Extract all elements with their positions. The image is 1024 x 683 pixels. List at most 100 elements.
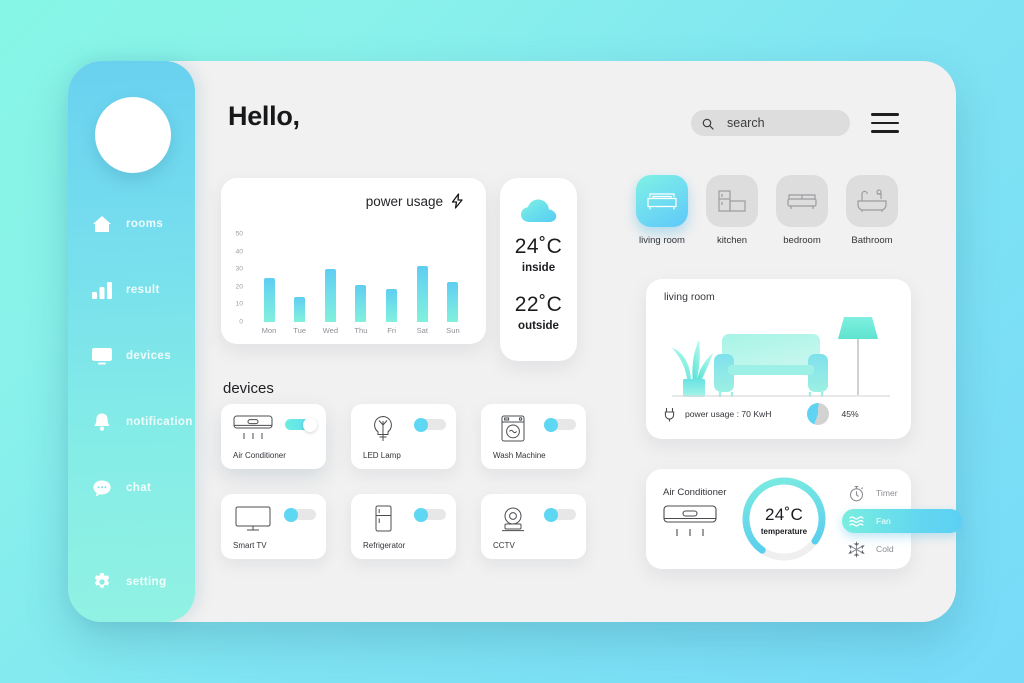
gauge-temperature-value: 24˚C <box>764 505 804 524</box>
device-label: Air Conditioner <box>233 451 286 460</box>
chart-y-tick: 30 <box>235 265 243 273</box>
light-bulb-icon <box>363 415 403 442</box>
room-tab-label: kitchen <box>716 235 748 246</box>
chart-plot-area: 50 40 30 20 10 0 Mon Tue Wed Thu Fri Sat Sun <box>235 231 465 336</box>
sidebar-item-label: rooms <box>126 218 164 230</box>
device-label: Smart TV <box>233 541 267 550</box>
room-tab-living-room[interactable]: living room <box>636 175 688 246</box>
search-input[interactable] <box>727 116 837 130</box>
sidebar-item-result[interactable]: result <box>68 273 195 307</box>
device-label: Wash Machine <box>493 451 546 460</box>
bar-chart-icon <box>91 279 113 301</box>
sidebar-item-chat[interactable]: chat <box>68 471 195 505</box>
monitor-icon <box>91 345 113 367</box>
chart-bar <box>324 269 336 322</box>
chart-bar-column <box>288 297 312 322</box>
room-tab-kitchen[interactable]: kitchen <box>706 175 758 246</box>
room-tabs: living room kitchen bedroom Bathroom <box>636 175 898 246</box>
chart-x-tick: Wed <box>322 326 339 335</box>
device-tile[interactable]: LED Lamp <box>351 404 456 469</box>
device-toggle[interactable] <box>544 507 576 522</box>
living-room-title: living room <box>664 291 715 303</box>
snowflake-icon <box>848 541 865 558</box>
ac-mode-timer[interactable]: Timer <box>842 481 962 505</box>
inside-temperature: 24˚C <box>514 235 563 258</box>
ac-mode-label: Fan <box>876 516 891 526</box>
power-usage-chart-card: power usage 50 40 30 20 10 0 Mon Tue Wed Thu Fri S… <box>221 178 486 344</box>
room-tab-bedroom[interactable]: bedroom <box>776 175 828 246</box>
living-room-card: living room power usage: 70 KwH 45% <box>646 279 911 439</box>
ac-mode-cold[interactable]: Cold <box>842 537 962 561</box>
chart-bar-column <box>380 288 404 322</box>
chart-bars <box>257 234 465 322</box>
sidebar-item-label: setting <box>126 576 167 588</box>
gear-icon <box>91 571 113 593</box>
device-tile[interactable]: CCTV <box>481 494 586 559</box>
lightning-bolt-icon <box>450 193 465 209</box>
sidebar-item-setting[interactable]: setting <box>68 565 167 599</box>
chart-bar-column <box>318 269 342 322</box>
sidebar-item-label: chat <box>126 482 152 494</box>
toggle-knob <box>544 507 558 522</box>
chart-bar <box>416 265 428 322</box>
hamburger-menu-icon[interactable] <box>871 111 899 135</box>
gauge-temperature-label: temperature <box>760 527 808 536</box>
search-bar[interactable] <box>691 110 850 136</box>
sidebar-item-label: result <box>126 284 160 296</box>
air-conditioner-control-card: Air Conditioner 24˚C temperature Timer F… <box>646 469 962 569</box>
chart-x-tick: Sat <box>416 326 428 335</box>
fan-waves-icon <box>848 513 865 530</box>
device-toggle[interactable] <box>544 417 576 432</box>
device-tile[interactable]: Air Conditioner <box>221 404 326 469</box>
inside-label: inside <box>521 262 556 274</box>
chart-y-tick: 50 <box>235 230 243 238</box>
security-camera-icon <box>493 505 533 532</box>
device-tile[interactable]: Refrigerator <box>351 494 456 559</box>
sidebar-item-devices[interactable]: devices <box>68 339 195 373</box>
toggle-knob <box>284 507 298 522</box>
air-conditioner-icon <box>663 505 717 541</box>
sidebar-item-notification[interactable]: notification <box>68 405 195 439</box>
kitchen-counter-icon <box>706 175 758 227</box>
chart-bar <box>263 278 275 322</box>
bed-icon <box>776 175 828 227</box>
device-tile[interactable]: Smart TV <box>221 494 326 559</box>
sidebar: rooms result devices notification chat s… <box>68 61 195 622</box>
television-icon <box>233 505 273 532</box>
cloud-icon <box>520 198 558 224</box>
toggle-knob <box>414 507 428 522</box>
device-toggle[interactable] <box>285 417 317 432</box>
sofa-icon <box>636 175 688 227</box>
sidebar-item-label: devices <box>126 350 171 362</box>
chart-bar <box>447 281 459 322</box>
device-tile[interactable]: Wash Machine <box>481 404 586 469</box>
device-label: CCTV <box>493 541 515 550</box>
ac-mode-label: Timer <box>876 488 898 498</box>
avatar[interactable] <box>95 97 171 173</box>
living-room-power-usage: power usage : 70 KwH <box>685 409 772 419</box>
toggle-knob <box>414 417 428 432</box>
room-tab-bathroom[interactable]: Bathroom <box>846 175 898 246</box>
usage-percent: 45% <box>841 409 859 419</box>
ac-mode-label: Cold <box>876 544 894 554</box>
chart-bar <box>355 285 367 322</box>
toggle-knob <box>544 417 558 432</box>
ac-mode-fan[interactable]: Fan <box>842 509 962 533</box>
chart-bar <box>386 288 398 322</box>
chat-bubble-icon <box>91 477 113 499</box>
device-toggle[interactable] <box>414 417 446 432</box>
sidebar-item-label: notification <box>126 416 193 428</box>
temperature-gauge[interactable]: 24˚C temperature <box>740 475 828 563</box>
sidebar-item-rooms[interactable]: rooms <box>68 207 195 241</box>
dashboard-window: rooms result devices notification chat s… <box>68 61 962 622</box>
room-tab-label: living room <box>639 235 685 246</box>
device-toggle[interactable] <box>414 507 446 522</box>
device-label: Refrigerator <box>363 541 406 550</box>
chart-bar <box>294 297 306 322</box>
page-title: Hello, <box>228 101 300 131</box>
washing-machine-icon <box>493 415 533 442</box>
chart-x-tick: Thu <box>354 326 368 335</box>
device-toggle[interactable] <box>284 507 316 522</box>
chart-bar-column <box>410 265 434 322</box>
home-icon <box>91 213 113 235</box>
